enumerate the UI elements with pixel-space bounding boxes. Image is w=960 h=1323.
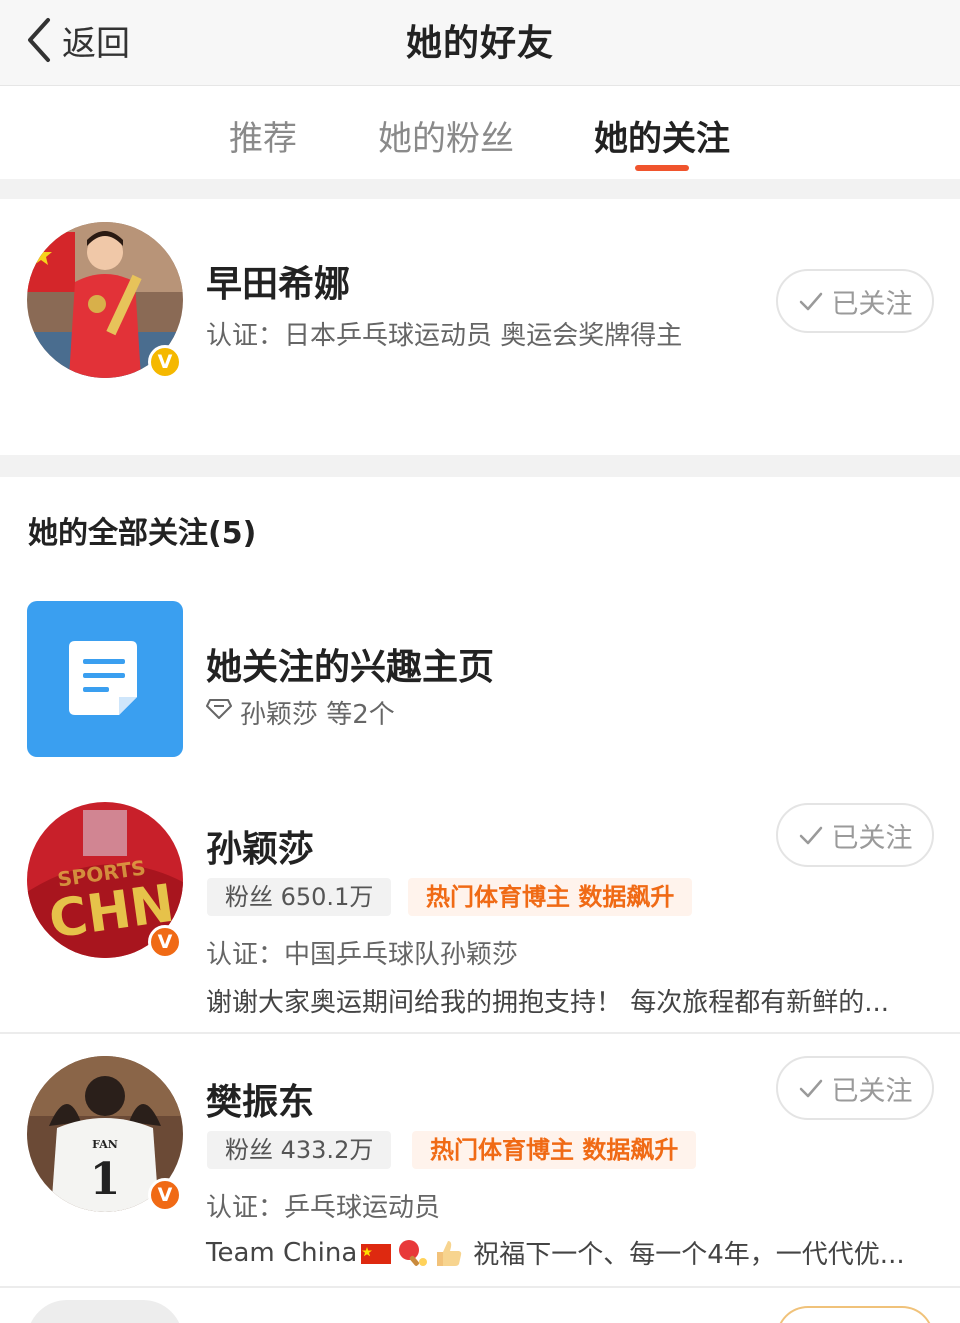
description-prefix: Team China (206, 1237, 358, 1268)
page-title: 她的好友 (405, 23, 554, 64)
hot-tag-chip[interactable]: 热门体育博主 数据飙升 (408, 878, 693, 916)
fans-count-chip: 粉丝 650.1万 (207, 878, 392, 916)
check-icon (799, 826, 822, 845)
tab-bar: 推荐 她的粉丝 她的关注 (0, 87, 960, 179)
following-label: 已关注 (831, 1075, 913, 1107)
user-certification: 认证：中国乒乓球队孙颖莎 (206, 940, 519, 970)
fans-count-chip: 粉丝 433.2万 (207, 1131, 392, 1169)
user-description: Team China 祝福下一个、每一个4年，一代代优... (206, 1234, 905, 1271)
section-gap (0, 455, 960, 477)
user-name[interactable]: 孙颖莎 (206, 820, 314, 872)
verified-badge-icon: V (148, 1178, 182, 1212)
verified-badge-icon: V (148, 345, 182, 379)
following-button[interactable]: 已关注 (776, 269, 934, 333)
diamond-icon (206, 699, 232, 719)
document-icon (27, 601, 183, 757)
following-button[interactable]: 已关注 (776, 803, 934, 867)
china-flag-icon (361, 1243, 392, 1264)
tab-her-following[interactable]: 她的关注 (594, 111, 730, 160)
check-icon (799, 292, 822, 311)
interest-subtitle: 孙颖莎 等2个 (240, 700, 395, 730)
tab-her-fans[interactable]: 她的粉丝 (378, 111, 514, 160)
tab-recommend[interactable]: 推荐 (229, 111, 297, 160)
top-nav-bar: 返回 她的好友 (0, 0, 960, 86)
thumbs-up-icon (437, 1240, 462, 1266)
jersey-number: 1 (90, 1154, 121, 1205)
ping-pong-icon (399, 1239, 428, 1266)
follow-button[interactable] (776, 1306, 934, 1323)
description-text: 祝福下一个、每一个4年，一代代优... (473, 1240, 905, 1270)
avatar[interactable] (27, 1300, 183, 1323)
section-title: 她的全部关注(5) (28, 516, 257, 551)
featured-user-row[interactable]: V 早田希娜 认证：日本乒乓球运动员 奥运会奖牌得主 已关注 (0, 199, 960, 455)
jersey-fan-text: FAN (92, 1138, 118, 1151)
row-divider (0, 1286, 960, 1288)
check-icon (799, 1079, 822, 1098)
following-button[interactable]: 已关注 (776, 1056, 934, 1120)
section-gap (0, 179, 960, 199)
verified-badge-icon: V (148, 925, 182, 959)
user-certification: 认证：日本乒乓球运动员 奥运会奖牌得主 (206, 321, 683, 351)
following-label: 已关注 (831, 822, 913, 854)
active-tab-indicator (635, 165, 689, 171)
interest-title[interactable]: 她关注的兴趣主页 (206, 638, 494, 690)
user-description: 谢谢大家奥运期间给我的拥抱支持！ 每次旅程都有新鲜的... (206, 988, 890, 1018)
user-name[interactable]: 早田希娜 (206, 255, 350, 307)
following-label: 已关注 (831, 288, 913, 320)
user-name[interactable]: 樊振东 (206, 1073, 314, 1125)
hot-tag-chip[interactable]: 热门体育博主 数据飙升 (412, 1131, 697, 1169)
user-certification: 认证：乒乓球运动员 (206, 1193, 441, 1223)
